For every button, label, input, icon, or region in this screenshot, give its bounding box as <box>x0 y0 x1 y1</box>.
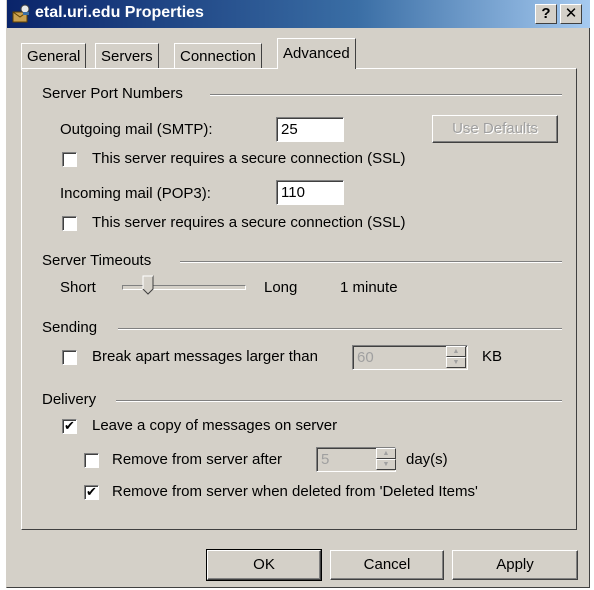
remove-after-checkbox[interactable] <box>84 453 99 468</box>
use-defaults-button[interactable]: Use Defaults <box>432 115 558 143</box>
server-port-numbers-divider <box>210 94 562 96</box>
tab-connection[interactable]: Connection <box>174 43 262 69</box>
delivery-divider <box>116 400 562 402</box>
remove-after-label: Remove from server after <box>112 451 283 468</box>
remove-deleted-checkbox[interactable]: ✔ <box>84 485 99 500</box>
timeout-short-label: Short <box>60 279 96 296</box>
smtp-port-input[interactable] <box>276 117 344 142</box>
title-bar[interactable]: etal.uri.edu Properties ? ✕ <box>7 0 590 28</box>
pop3-ssl-checkbox[interactable] <box>62 216 77 231</box>
server-timeouts-divider <box>180 261 562 263</box>
ok-button[interactable]: OK <box>206 549 322 581</box>
timeout-slider-thumb[interactable] <box>142 275 154 295</box>
server-port-numbers-heading: Server Port Numbers <box>42 85 183 102</box>
smtp-label: Outgoing mail (SMTP): <box>60 121 213 138</box>
leave-copy-checkbox[interactable]: ✔ <box>62 419 77 434</box>
smtp-ssl-checkbox[interactable] <box>62 152 77 167</box>
pop3-label: Incoming mail (POP3): <box>60 185 211 202</box>
remove-deleted-label: Remove from server when deleted from 'De… <box>112 483 478 500</box>
size-unit-label: KB <box>482 348 503 365</box>
tab-servers[interactable]: Servers <box>95 43 159 69</box>
sending-heading: Sending <box>42 319 98 336</box>
delivery-heading: Delivery <box>42 391 97 408</box>
close-button[interactable]: ✕ <box>560 4 582 24</box>
break-apart-checkbox[interactable] <box>62 350 77 365</box>
apply-button[interactable]: Apply <box>452 550 578 580</box>
mail-account-icon <box>12 4 30 23</box>
pop3-port-input[interactable] <box>276 180 344 205</box>
sending-divider <box>118 328 562 330</box>
tab-general[interactable]: General <box>21 43 87 69</box>
server-timeouts-heading: Server Timeouts <box>42 252 152 269</box>
break-apart-label: Break apart messages larger than <box>92 348 318 365</box>
timeout-long-label: Long <box>264 279 298 296</box>
leave-copy-label: Leave a copy of messages on server <box>92 417 338 434</box>
timeout-slider-track[interactable] <box>122 285 246 290</box>
smtp-ssl-label: This server requires a secure connection… <box>92 150 406 167</box>
spin-down-icon[interactable]: ▼ <box>446 357 466 368</box>
spin-up-icon[interactable]: ▲ <box>446 346 466 357</box>
properties-dialog: etal.uri.edu Properties ? ✕ General Serv… <box>6 0 590 588</box>
tab-advanced[interactable]: Advanced <box>277 38 356 69</box>
break-apart-spinner[interactable]: ▲ ▼ <box>446 346 466 369</box>
pop3-ssl-label: This server requires a secure connection… <box>92 214 406 231</box>
spin-up-icon[interactable]: ▲ <box>376 448 396 459</box>
spin-down-icon[interactable]: ▼ <box>376 459 396 470</box>
cancel-button[interactable]: Cancel <box>330 550 444 580</box>
timeout-value: 1 minute <box>340 279 398 296</box>
remove-after-spinner[interactable]: ▲ ▼ <box>376 448 396 471</box>
window-title: etal.uri.edu Properties <box>35 4 204 21</box>
help-button[interactable]: ? <box>535 4 557 24</box>
advanced-tab-panel: Server Port Numbers Outgoing mail (SMTP)… <box>21 68 577 530</box>
days-unit-label: day(s) <box>406 451 448 468</box>
